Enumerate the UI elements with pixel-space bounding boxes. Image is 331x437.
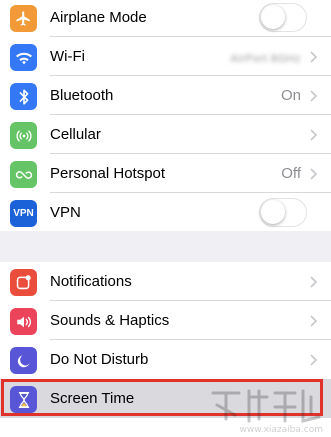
chevron-right-icon bbox=[310, 129, 317, 141]
row-label: Airplane Mode bbox=[50, 9, 147, 26]
row-notifications[interactable]: Notifications bbox=[0, 262, 331, 301]
speaker-icon bbox=[10, 308, 37, 335]
chevron-right-icon bbox=[310, 51, 317, 63]
bluetooth-icon bbox=[10, 83, 37, 110]
wifi-network-name: AirPort 8GHz bbox=[230, 53, 301, 65]
vpn-toggle[interactable] bbox=[259, 198, 307, 227]
chevron-right-icon bbox=[310, 354, 317, 366]
bluetooth-status: On bbox=[280, 87, 301, 104]
chevron-right-icon bbox=[310, 276, 317, 288]
airplane-mode-toggle[interactable] bbox=[259, 3, 307, 32]
toggle-knob bbox=[261, 200, 285, 224]
row-vpn[interactable]: VPN VPN bbox=[0, 193, 331, 232]
chevron-right-icon bbox=[310, 315, 317, 327]
row-label: VPN bbox=[50, 204, 81, 221]
cellular-icon bbox=[10, 122, 37, 149]
row-label: Bluetooth bbox=[50, 87, 114, 104]
hotspot-status: Off bbox=[281, 165, 301, 182]
row-do-not-disturb[interactable]: Do Not Disturb bbox=[0, 340, 331, 379]
row-airplane-mode[interactable]: Airplane Mode bbox=[0, 0, 331, 37]
row-cellular[interactable]: Cellular bbox=[0, 115, 331, 154]
watermark-url: www.xiazaiba.com bbox=[239, 425, 323, 435]
vpn-icon-text: VPN bbox=[13, 208, 34, 219]
moon-icon bbox=[10, 347, 37, 374]
toggle-knob bbox=[261, 5, 285, 29]
airplane-icon bbox=[10, 5, 37, 32]
watermark-logo: www.xiazaiba.com bbox=[209, 383, 329, 435]
row-label: Personal Hotspot bbox=[50, 165, 166, 182]
watermark-graphic bbox=[211, 389, 321, 423]
row-label: Notifications bbox=[50, 273, 132, 290]
row-sounds-haptics[interactable]: Sounds & Haptics bbox=[0, 301, 331, 340]
hotspot-icon bbox=[10, 161, 37, 188]
row-personal-hotspot[interactable]: Personal Hotspot Off bbox=[0, 154, 331, 193]
wifi-icon bbox=[10, 44, 37, 71]
hourglass-icon bbox=[10, 386, 37, 413]
row-wifi[interactable]: Wi-Fi AirPort 8GHz bbox=[0, 37, 331, 76]
row-label: Sounds & Haptics bbox=[50, 312, 170, 329]
chevron-right-icon bbox=[310, 168, 317, 180]
row-bluetooth[interactable]: Bluetooth On bbox=[0, 76, 331, 115]
row-label: Cellular bbox=[50, 126, 101, 143]
notifications-icon bbox=[10, 269, 37, 296]
settings-group-connectivity: Airplane Mode Wi-Fi AirPort 8GHz Bluetoo… bbox=[0, 0, 331, 231]
vpn-icon: VPN bbox=[10, 200, 37, 227]
chevron-right-icon bbox=[310, 90, 317, 102]
row-label: Wi-Fi bbox=[50, 48, 85, 65]
row-label: Screen Time bbox=[50, 390, 135, 407]
row-label: Do Not Disturb bbox=[50, 351, 149, 368]
